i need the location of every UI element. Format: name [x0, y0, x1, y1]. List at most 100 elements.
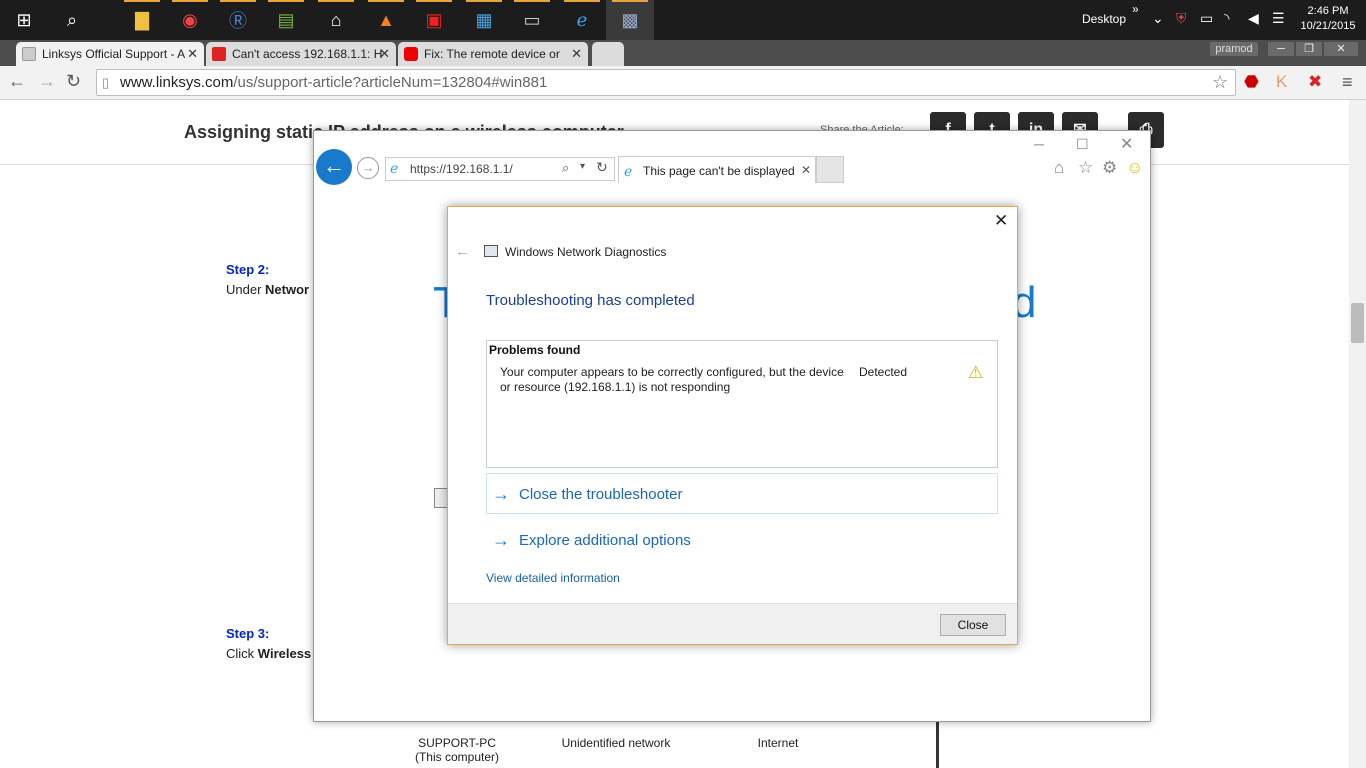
file-explorer-icon[interactable]: ▇	[118, 0, 166, 40]
tab-fix-remote-device[interactable]: Fix: The remote device or ✕	[398, 42, 588, 66]
bookmark-star-icon[interactable]: ☆	[1212, 72, 1228, 93]
page-favicon-icon	[22, 47, 36, 61]
ie-feedback-icon[interactable]: ☺	[1126, 158, 1143, 178]
wifi-icon[interactable]: ◝	[1224, 10, 1229, 27]
reload-icon[interactable]: ↻	[66, 71, 81, 92]
step3-heading: Step 3:	[226, 626, 270, 641]
ie-page-icon: ℯ	[390, 160, 399, 176]
url-path: /us/support-article?articleNum=132804#wi…	[233, 74, 548, 91]
clock-date: 10/21/2015	[1300, 20, 1356, 32]
ie-back-button[interactable]: ←	[316, 149, 352, 185]
step2-prefix: Under	[226, 282, 262, 297]
volume-icon[interactable]: ◀	[1248, 10, 1259, 27]
ie-new-tab-button[interactable]	[816, 156, 844, 183]
ie-settings-icon[interactable]: ⚙	[1102, 158, 1117, 178]
ie-url-text: https://192.168.1.1/	[410, 162, 513, 176]
windows-taskbar: ⊞ ⌕ ▇ ◉ Ⓡ ▤ ⌂ ▲ ▣ ▦ ▭ ℯ ▩ Desktop » ⌄ ⛨ …	[0, 0, 1366, 40]
desktop-toolbar-label[interactable]: Desktop	[1082, 12, 1126, 26]
x-extension-icon[interactable]: ✖	[1308, 72, 1322, 92]
search-icon[interactable]: ⌕	[48, 0, 96, 40]
home-icon[interactable]: ⌂	[312, 0, 360, 40]
ie-dropdown-icon[interactable]: ▾	[580, 161, 585, 172]
close-icon[interactable]: ✕	[187, 46, 198, 62]
dialog-close-icon[interactable]: ✕	[994, 211, 1008, 231]
page-scrollbar[interactable]	[1349, 100, 1366, 768]
step3-prefix: Click	[226, 646, 255, 661]
notifications-icon[interactable]: ☰	[1272, 10, 1285, 27]
scrollbar-thumb[interactable]	[1351, 303, 1364, 343]
ie-favorites-icon[interactable]: ☆	[1078, 158, 1093, 178]
minimize-icon[interactable]: ─	[1268, 42, 1294, 56]
system-clock[interactable]: 2:46 PM 10/21/2015	[1296, 4, 1360, 34]
internet-explorer-icon[interactable]: ℯ	[558, 0, 606, 40]
ie-tab-title: This page can't be displayed	[643, 164, 795, 178]
ie-refresh-icon[interactable]: ↻	[596, 159, 608, 176]
chrome-tab-strip: Linksys Official Support - A ✕ Can't acc…	[0, 40, 1366, 66]
step3-bold: Wireless	[257, 646, 312, 661]
close-icon[interactable]: ✕	[571, 46, 582, 62]
forward-icon[interactable]: →	[38, 71, 56, 92]
tab-label: Can't access 192.168.1.1: H	[232, 47, 383, 61]
chrome-menu-icon[interactable]: ≡	[1342, 72, 1353, 93]
k-extension-icon[interactable]: K	[1276, 72, 1287, 92]
ie-forward-button[interactable]: →	[357, 157, 379, 179]
network-diagnostics-icon[interactable]: ▩	[606, 0, 654, 40]
vlc-icon[interactable]: ▲	[362, 0, 410, 40]
chrome-icon[interactable]: ◉	[166, 0, 214, 40]
net-internet-label: Internet	[757, 736, 799, 750]
url-text: www.linksys.com/us/support-article?artic…	[120, 74, 547, 91]
restore-icon[interactable]: ❐	[1296, 42, 1322, 56]
ie-search-icon[interactable]: ⌕	[562, 160, 569, 176]
network-divider	[936, 720, 939, 768]
tab-label: Fix: The remote device or	[424, 47, 560, 61]
clock-time: 2:46 PM	[1307, 5, 1349, 17]
chevron-down-icon[interactable]: ⌄	[1152, 10, 1164, 27]
pdf-reader-icon[interactable]: ▣	[410, 0, 458, 40]
url-host: www.linksys.com	[120, 74, 234, 91]
diagnostics-app-icon	[484, 245, 498, 257]
adblock-extension-icon[interactable]: ⬣	[1244, 72, 1259, 92]
close-button[interactable]: Close	[940, 614, 1006, 636]
back-icon[interactable]: ←	[8, 71, 26, 92]
close-icon[interactable]: ✕	[379, 46, 390, 62]
r-app-icon[interactable]: Ⓡ	[214, 0, 262, 40]
ie-tab-icon: ℯ	[624, 163, 633, 179]
step2-text: Under Networ	[226, 282, 309, 297]
warning-icon: ⚠	[968, 363, 984, 382]
control-panel-icon[interactable]: ▦	[460, 0, 508, 40]
explore-options-label[interactable]: Explore additional options	[519, 532, 691, 549]
battery-icon[interactable]: ▭	[1200, 10, 1213, 27]
window-close-icon[interactable]: ✕	[1324, 42, 1358, 56]
ie-maximize-icon[interactable]: ☐	[1076, 136, 1089, 153]
ie-close-icon[interactable]: ✕	[1120, 134, 1133, 154]
youtube-favicon-icon	[404, 47, 418, 61]
security-tray-icon[interactable]: ⛨	[1176, 10, 1187, 27]
ie-minimize-icon[interactable]: ─	[1034, 136, 1044, 152]
notepad-icon[interactable]: ▤	[262, 0, 310, 40]
page-info-icon[interactable]: ▯	[102, 75, 109, 91]
dialog-heading: Troubleshooting has completed	[486, 292, 695, 309]
ie-button-edge[interactable]	[434, 488, 448, 508]
net-pc-sub: (This computer)	[414, 750, 500, 764]
start-icon[interactable]: ⊞	[0, 0, 48, 40]
command-prompt-icon[interactable]: ▭	[508, 0, 556, 40]
tab-label: Linksys Official Support - A	[42, 47, 186, 61]
step2-bold: Networ	[265, 282, 310, 297]
close-troubleshooter-label[interactable]: Close the troubleshooter	[519, 486, 682, 503]
step2-heading: Step 2:	[226, 262, 270, 277]
dialog-back-icon[interactable]: ←	[455, 243, 470, 260]
net-unidentified-label: Unidentified network	[561, 736, 671, 750]
ie-home-icon[interactable]: ⌂	[1054, 158, 1064, 178]
tab-linksys[interactable]: Linksys Official Support - A ✕	[16, 42, 204, 66]
new-tab-button[interactable]	[592, 42, 624, 66]
profile-button[interactable]: pramod	[1210, 42, 1258, 56]
ie-tab-close-icon[interactable]: ✕	[801, 163, 811, 177]
net-pc-label: SUPPORT-PC (This computer)	[402, 736, 512, 764]
dialog-app-title: Windows Network Diagnostics	[505, 245, 667, 259]
arrow-right-icon: →	[492, 484, 510, 504]
problems-header: Problems found	[489, 343, 581, 357]
tab-cant-access[interactable]: Can't access 192.168.1.1: H ✕	[206, 42, 396, 66]
toolbar-expand-icon[interactable]: »	[1132, 2, 1139, 16]
step3-text: Click Wireless	[226, 646, 311, 661]
view-details-link[interactable]: View detailed information	[486, 571, 620, 585]
